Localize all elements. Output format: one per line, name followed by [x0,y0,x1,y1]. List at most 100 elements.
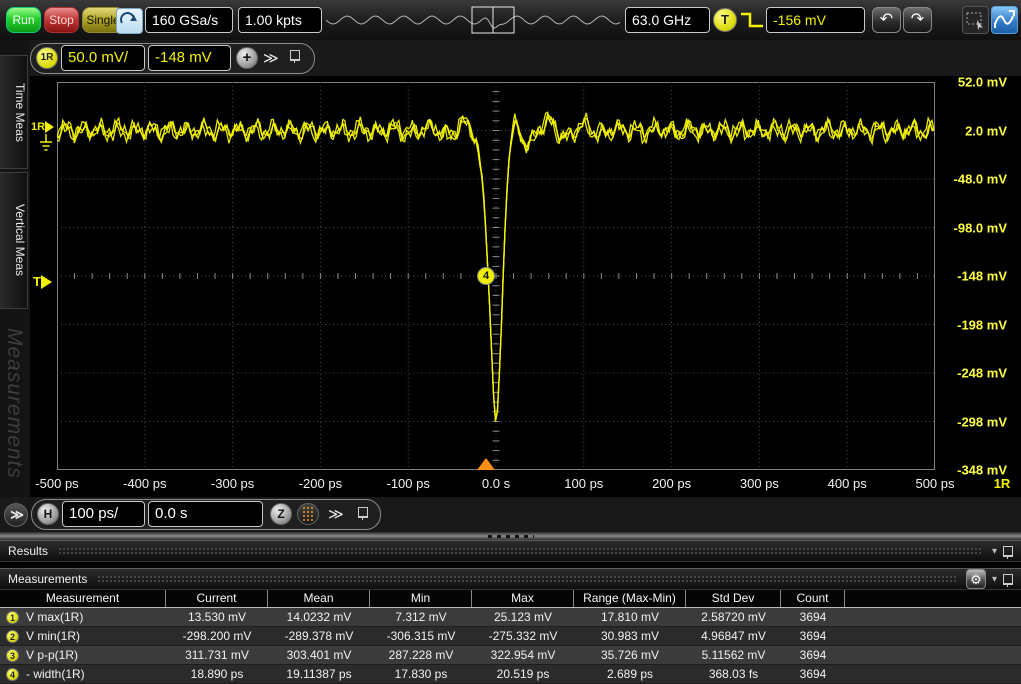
tab-vertical-meas[interactable]: Vertical Meas [0,172,28,309]
column-header[interactable]: Range (Max-Min) [574,590,686,607]
column-header[interactable]: Current [166,590,268,607]
column-header[interactable]: Mean [268,590,370,607]
x-axis-label: 0.0 s [482,476,510,491]
pin-icon[interactable] [1003,574,1013,585]
measurements-panel-header[interactable]: Measurements ⚙ ▾ [0,568,1021,590]
table-row[interactable]: 4- width(1R)18.890 ps19.11387 ps17.830 p… [0,665,1021,684]
horizontal-badge[interactable]: H [37,503,59,525]
trigger-badge[interactable]: T [713,8,737,32]
redo-button[interactable]: ↷ [903,7,932,33]
run-button[interactable]: Run [6,7,41,33]
y-axis-label: 52.0 mV [958,75,1007,90]
trigger-level-marker[interactable]: T [33,274,52,289]
measurement-value-cell: 3694 [781,648,845,662]
table-row[interactable]: 1V max(1R)13.530 mV14.0232 mV7.312 mV25.… [0,608,1021,627]
measurement-value-cell: 35.726 mV [574,648,686,662]
collapse-arrow-icon[interactable]: ▾ [992,546,997,557]
measurement-value-cell: 311.731 mV [166,648,268,662]
trigger-time-marker[interactable] [477,458,495,470]
measurement-value-cell: 287.228 mV [370,648,472,662]
expand-panel-button[interactable]: ≫ [4,503,28,527]
measurement-value-cell: 18.890 ps [166,667,268,681]
measurements-table-header: MeasurementCurrentMeanMinMaxRange (Max-M… [0,590,1021,608]
pin-icon[interactable] [1003,546,1013,557]
undo-button[interactable]: ↶ [872,7,901,33]
y-axis-label: -148 mV [957,269,1007,284]
horizontal-position-field[interactable]: 0.0 s [148,501,263,527]
tab-time-meas[interactable]: Time Meas [0,55,28,169]
channel-reference-marker[interactable]: 1R [31,121,54,133]
measurement-value-cell: 19.11387 ps [268,667,370,681]
channel-bar: 1R 50.0 mV/ -148 mV + ≫ [0,40,1021,76]
pin-icon[interactable] [290,50,300,61]
more-channels-chevron[interactable]: ≫ [263,49,277,67]
measurement-value-cell: 3694 [781,667,845,681]
measurement-name: V min(1R) [26,629,80,643]
measurement-value-cell: -275.332 mV [472,629,574,643]
results-panel-header[interactable]: Results ▾ [0,540,1021,562]
table-row[interactable]: 2V min(1R)-298.200 mV-289.378 mV-306.315… [0,627,1021,646]
segmented-acquisition-button[interactable] [297,503,319,525]
left-sidebar: Time Meas Vertical Meas Measurements [0,40,30,532]
measurement-number-badge: 4 [6,668,19,681]
vertical-offset-field[interactable]: -148 mV [148,45,231,71]
memory-depth-field[interactable]: 1.00 kpts [238,7,322,33]
measurement-number-badge: 1 [6,611,19,624]
stop-button[interactable]: Stop [44,7,79,33]
waveform-pan-icon [992,7,1017,33]
vertical-scale-field[interactable]: 50.0 mV/ [61,45,145,71]
segments-icon [298,504,318,524]
measurement-name-cell: 1V max(1R) [0,610,166,624]
measurement-value-cell: 17.830 ps [370,667,472,681]
horizontal-bar: ≫ H 100 ps/ 0.0 s Z ≫ [0,497,1021,532]
horizontal-position-indicator[interactable] [326,5,621,35]
horizontal-scale-field[interactable]: 100 ps/ [62,501,145,527]
measurement-marker-4[interactable]: 4 [477,267,495,285]
pin-icon[interactable] [358,507,368,518]
trigger-level-field[interactable]: -156 mV [766,7,865,33]
y-axis-label: 2.0 mV [965,123,1007,138]
measurement-value-cell: -306.315 mV [370,629,472,643]
measurements-title: Measurements [8,572,87,586]
measurement-name-cell: 3V p-p(1R) [0,648,166,662]
ground-symbol-icon [38,134,54,154]
measurement-value-cell: 7.312 mV [370,610,472,624]
bandwidth-field[interactable]: 63.0 GHz [625,7,710,33]
results-title: Results [8,544,48,558]
waveform-pan-mode-button[interactable] [991,6,1018,34]
column-header[interactable]: Count [781,590,845,607]
channel-badge[interactable]: 1R [36,47,58,69]
trigger-marker-arrow-icon [41,275,52,289]
column-header[interactable]: Max [472,590,574,607]
y-axis-label: -48.0 mV [954,172,1007,187]
x-axis-label: -200 ps [299,476,342,491]
column-header[interactable]: Min [370,590,472,607]
panel-splitter[interactable] [0,532,1021,540]
panel-texture [58,547,982,555]
y-axis-label: -98.0 mV [954,220,1007,235]
top-toolbar: Run Stop Single 160 GSa/s 1.00 kpts 63.0… [0,0,1021,41]
column-header[interactable]: Std Dev [686,590,781,607]
clear-display-icon [117,9,140,31]
x-axis-label: -300 ps [211,476,254,491]
table-row[interactable]: 3V p-p(1R)311.731 mV303.401 mV287.228 mV… [0,646,1021,665]
waveform-display[interactable]: 52.0 mV2.0 mV-48.0 mV-98.0 mV-148 mV-198… [30,76,1021,497]
gear-icon[interactable]: ⚙ [966,569,986,589]
measurement-value-cell: 5.11562 mV [686,648,781,662]
x-axis-label: 300 ps [740,476,779,491]
measurements-table-body: 1V max(1R)13.530 mV14.0232 mV7.312 mV25.… [0,608,1021,684]
clear-display-button[interactable] [116,8,143,34]
splitter-handle-icon [488,535,534,538]
region-select-mode-button[interactable] [962,6,989,34]
measurement-value-cell: 2.58720 mV [686,610,781,624]
more-horizontal-chevron[interactable]: ≫ [328,505,342,523]
column-header[interactable]: Measurement [0,590,166,607]
add-channel-button[interactable]: + [236,47,258,69]
collapse-arrow-icon[interactable]: ▾ [992,574,997,585]
measurement-name: V p-p(1R) [26,648,78,662]
x-axis-label: 100 ps [564,476,603,491]
measurement-value-cell: 303.401 mV [268,648,370,662]
sample-rate-field[interactable]: 160 GSa/s [145,7,233,33]
zoom-button[interactable]: Z [270,503,292,525]
waveform-grid[interactable] [57,82,935,470]
